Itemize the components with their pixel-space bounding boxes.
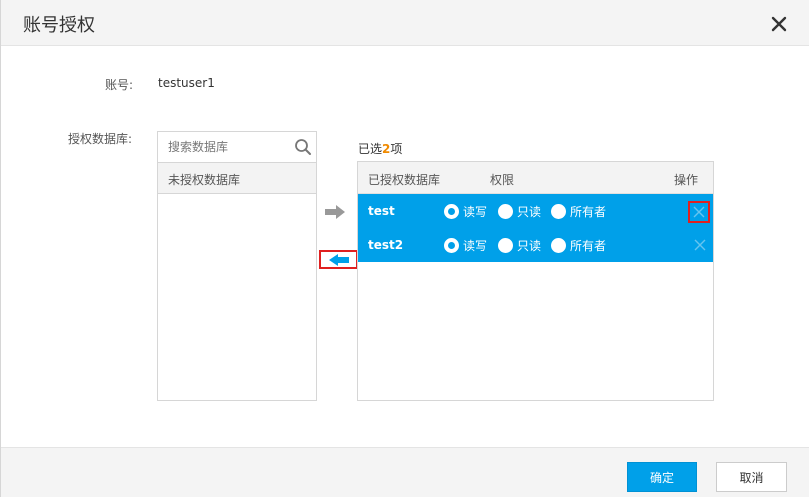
table-row: test 读写 只读 所有者: [358, 194, 713, 228]
radio-owner[interactable]: 所有者: [551, 203, 606, 220]
close-icon[interactable]: [767, 12, 791, 36]
radio-unchecked-icon: [551, 238, 566, 253]
arrow-right-icon[interactable]: [324, 204, 346, 220]
radio-checked-icon: [444, 238, 459, 253]
radio-label: 读写: [463, 205, 488, 219]
db-search-box: [158, 132, 316, 163]
radio-read-write[interactable]: 读写: [444, 237, 487, 254]
dialog-title: 账号授权: [23, 15, 95, 36]
radio-unchecked-icon: [498, 204, 513, 219]
radio-label: 只读: [517, 239, 542, 253]
row-db-name: test2: [368, 238, 404, 252]
dialog-footer: 确定 取消: [1, 447, 809, 497]
radio-read-only[interactable]: 只读: [498, 203, 541, 220]
column-permission: 权限: [490, 173, 515, 187]
close-icon: [693, 206, 705, 218]
cancel-button[interactable]: 取消: [716, 462, 787, 492]
unauthorized-db-header-label: 未授权数据库: [168, 173, 241, 187]
authorized-db-rows: test 读写 只读 所有者 test2 读写 只读 所有者: [358, 194, 713, 262]
account-label: 账号:: [105, 78, 134, 92]
radio-label: 只读: [517, 205, 542, 219]
selected-count-title: 已选2项: [358, 140, 402, 157]
account-value: testuser1: [158, 76, 215, 90]
row-db-name: test: [368, 204, 395, 218]
radio-owner[interactable]: 所有者: [551, 237, 606, 254]
dialog-header: 账号授权: [1, 0, 809, 46]
radio-label: 读写: [463, 239, 488, 253]
confirm-button[interactable]: 确定: [627, 462, 697, 492]
selected-prefix: 已选: [358, 142, 383, 156]
search-icon[interactable]: [294, 138, 312, 156]
radio-read-write[interactable]: 读写: [444, 203, 487, 220]
arrow-left-icon: [329, 254, 349, 266]
radio-read-only[interactable]: 只读: [498, 237, 541, 254]
unauthorized-db-panel: 未授权数据库: [157, 131, 317, 401]
radio-checked-icon: [444, 204, 459, 219]
radio-label: 所有者: [570, 239, 607, 253]
unauthorized-db-header: 未授权数据库: [158, 163, 316, 194]
remove-row-button[interactable]: [694, 239, 706, 251]
db-search-input[interactable]: [158, 132, 288, 162]
selected-suffix: 项: [390, 142, 403, 156]
column-action: 操作: [674, 173, 699, 187]
authorized-db-panel: 已授权数据库 权限 操作 test 读写 只读 所有者 test2 读写 只读 …: [357, 161, 714, 401]
radio-unchecked-icon: [498, 238, 513, 253]
radio-label: 所有者: [570, 205, 607, 219]
close-icon: [694, 239, 706, 251]
authorized-db-table-header: 已授权数据库 权限 操作: [358, 162, 713, 194]
table-row: test2 读写 只读 所有者: [358, 228, 713, 262]
remove-row-button[interactable]: [688, 201, 710, 223]
account-authorization-dialog: 账号授权 账号: testuser1 授权数据库: 未授权数据库: [0, 0, 809, 497]
authorized-db-label: 授权数据库:: [68, 132, 133, 146]
radio-unchecked-icon: [551, 204, 566, 219]
column-authorized-db: 已授权数据库: [368, 173, 441, 187]
move-left-button[interactable]: [319, 250, 358, 269]
